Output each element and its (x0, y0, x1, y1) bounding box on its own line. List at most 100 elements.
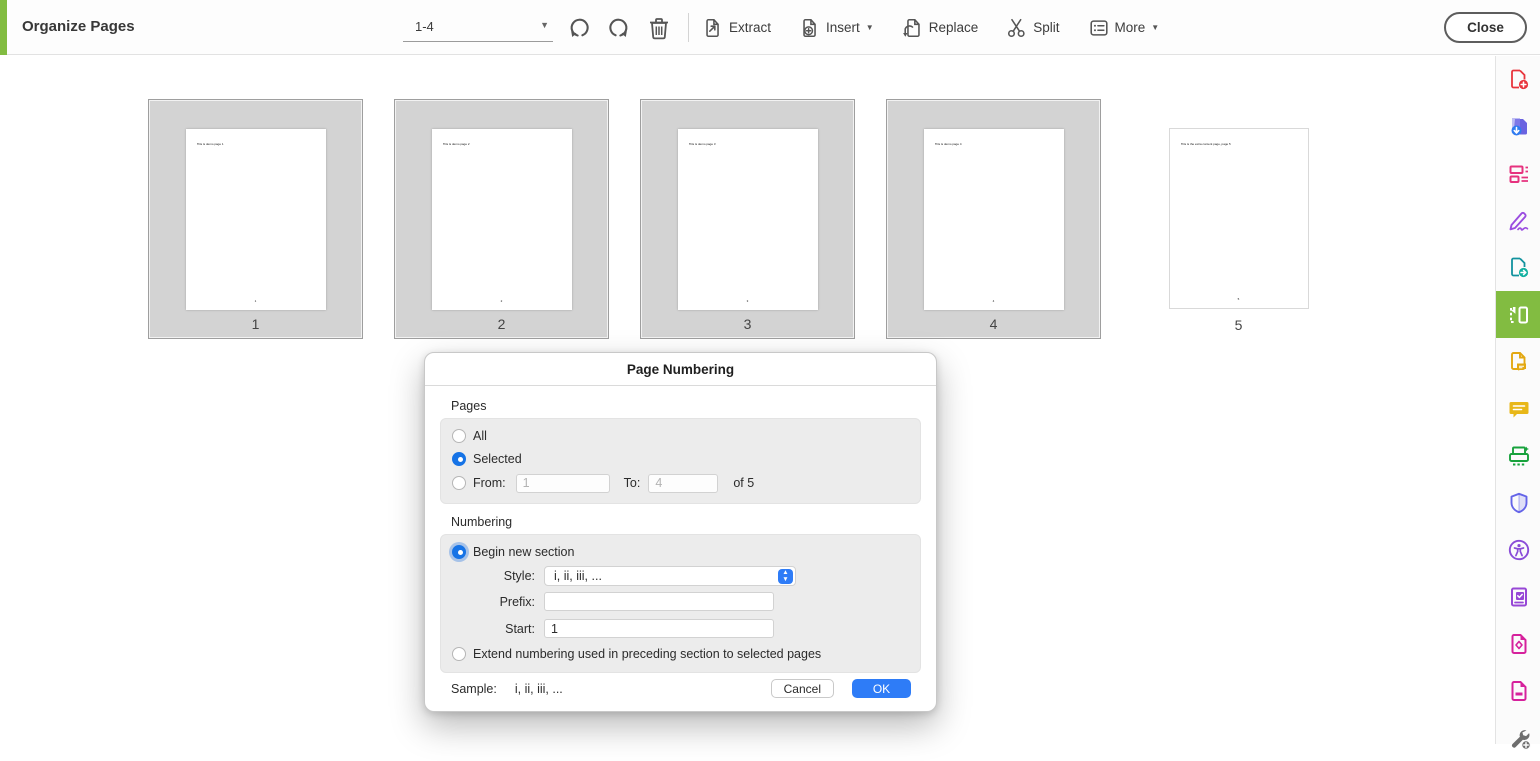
dialog-titlebar: Page Numbering (425, 353, 936, 386)
more-options-icon (1088, 17, 1110, 39)
sidebar-tool-scan-ocr[interactable] (1496, 432, 1540, 479)
page-range-dropdown[interactable]: 1-4 ▼ (403, 11, 553, 42)
more-label: More (1115, 20, 1146, 35)
page-footer-number: 5 (1170, 297, 1308, 301)
insert-button[interactable]: Insert ▼ (799, 17, 874, 39)
to-input[interactable] (648, 474, 718, 493)
sidebar-tool-compress-pdf[interactable] (1496, 620, 1540, 667)
dialog-title: Page Numbering (627, 362, 734, 377)
sidebar-tool-send-for-review[interactable] (1496, 244, 1540, 291)
page-title: Organize Pages (22, 18, 135, 35)
extract-icon (702, 17, 724, 39)
start-input[interactable] (544, 619, 774, 638)
sidebar-tool-accessibility[interactable] (1496, 526, 1540, 573)
prefix-input[interactable] (544, 592, 774, 611)
page-preview: This is demo page 4 4 (924, 129, 1064, 310)
protect-shield-icon (1507, 491, 1531, 515)
ok-button[interactable]: OK (852, 679, 911, 698)
from-input[interactable] (516, 474, 610, 493)
page-footer-number: 2 (432, 299, 572, 303)
send-for-review-icon (1507, 256, 1531, 280)
page-content-text: This is demo page 3 (689, 142, 716, 146)
selected-radio[interactable] (452, 452, 466, 466)
request-signatures-icon (1507, 350, 1531, 374)
accessibility-icon (1507, 538, 1531, 562)
fill-sign-icon (1507, 209, 1531, 233)
page-preview: This is demo page 2 2 (432, 129, 572, 310)
page-thumbnail-2[interactable]: This is demo page 2 2 2 (394, 99, 609, 339)
start-label: Start: (473, 622, 535, 636)
all-radio[interactable] (452, 429, 466, 443)
tools-sidebar (1495, 56, 1540, 744)
prefix-label: Prefix: (473, 595, 535, 609)
all-radio-label: All (473, 429, 487, 443)
sidebar-tool-request-signatures[interactable] (1496, 338, 1540, 385)
sidebar-tool-more-tools[interactable] (1496, 714, 1540, 761)
page-footer-number: 4 (924, 299, 1064, 303)
sample-label: Sample: (451, 682, 497, 696)
chevron-down-icon: ▼ (866, 23, 874, 32)
sidebar-tool-protect[interactable] (1496, 479, 1540, 526)
split-button[interactable]: Split (1006, 17, 1059, 39)
page-thumbnail-1[interactable]: This is demo page 1 1 1 (148, 99, 363, 339)
replace-button[interactable]: Replace (902, 17, 979, 39)
page-content-text: This is demo page 4 (935, 142, 962, 146)
thumbnail-number: 4 (887, 316, 1100, 332)
from-radio[interactable] (452, 476, 466, 490)
pages-groupbox: All Selected From: To: of 5 (440, 418, 921, 504)
sidebar-tool-export-pdf[interactable] (1496, 103, 1540, 150)
rotate-clockwise-button[interactable] (602, 11, 636, 45)
thumbnail-number: 5 (1131, 317, 1346, 333)
page-footer-number: 1 (186, 299, 326, 303)
sidebar-tool-comment[interactable] (1496, 385, 1540, 432)
page-preview: This is demo page 1 1 (186, 129, 326, 310)
begin-new-section-label: Begin new section (473, 545, 574, 559)
begin-new-section-radio[interactable] (452, 545, 466, 559)
style-select[interactable]: i, ii, iii, ... ▲▼ (544, 566, 796, 586)
close-button[interactable]: Close (1444, 12, 1527, 43)
rotate-counterclockwise-button[interactable] (562, 11, 596, 45)
page-preview: This is the extra content page, page 5 5 (1169, 128, 1309, 309)
prepare-form-icon (1507, 585, 1531, 609)
insert-label: Insert (826, 20, 860, 35)
sidebar-tool-fill-and-sign[interactable] (1496, 197, 1540, 244)
compress-pdf-icon (1507, 632, 1531, 656)
insert-icon (799, 17, 821, 39)
pages-section-label: Pages (451, 399, 921, 413)
replace-icon (902, 17, 924, 39)
top-toolbar: Organize Pages 1-4 ▼ (0, 0, 1540, 55)
cancel-button[interactable]: Cancel (771, 679, 834, 698)
organize-pages-icon (1507, 303, 1531, 327)
split-scissors-icon (1006, 17, 1028, 39)
page-range-value: 1-4 (415, 19, 434, 34)
sidebar-tool-prepare-form[interactable] (1496, 573, 1540, 620)
of-total-label: of 5 (733, 476, 754, 490)
rotate-counterclockwise-icon (567, 16, 591, 40)
page-thumbnail-4[interactable]: This is demo page 4 4 4 (886, 99, 1101, 339)
page-content-text: This is demo page 1 (197, 142, 224, 146)
comment-icon (1507, 397, 1531, 421)
selected-radio-label: Selected (473, 452, 522, 466)
sidebar-tool-organize-pages[interactable] (1496, 291, 1540, 338)
more-button[interactable]: More ▼ (1088, 17, 1160, 39)
page-thumbnail-3[interactable]: This is demo page 3 3 3 (640, 99, 855, 339)
numbering-groupbox: Begin new section Style: i, ii, iii, ...… (440, 534, 921, 673)
chevron-down-icon: ▼ (1151, 23, 1159, 32)
from-label: From: (473, 476, 506, 490)
extend-numbering-radio[interactable] (452, 647, 466, 661)
numbering-section-label: Numbering (451, 515, 921, 529)
page-content-text: This is demo page 2 (443, 142, 470, 146)
redact-icon (1507, 679, 1531, 703)
page-thumbnail-5[interactable]: This is the extra content page, page 5 5… (1131, 99, 1346, 339)
sidebar-tool-create-pdf[interactable] (1496, 56, 1540, 103)
delete-pages-button[interactable] (642, 11, 676, 45)
thumbnail-number: 1 (149, 316, 362, 332)
style-value: i, ii, iii, ... (554, 569, 602, 583)
rotate-clockwise-icon (607, 16, 631, 40)
thumbnail-number: 2 (395, 316, 608, 332)
sidebar-tool-edit-pdf[interactable] (1496, 150, 1540, 197)
sidebar-tool-redact[interactable] (1496, 667, 1540, 714)
extract-button[interactable]: Extract (702, 17, 771, 39)
green-accent-bar (0, 0, 7, 55)
extend-numbering-label: Extend numbering used in preceding secti… (473, 647, 821, 661)
